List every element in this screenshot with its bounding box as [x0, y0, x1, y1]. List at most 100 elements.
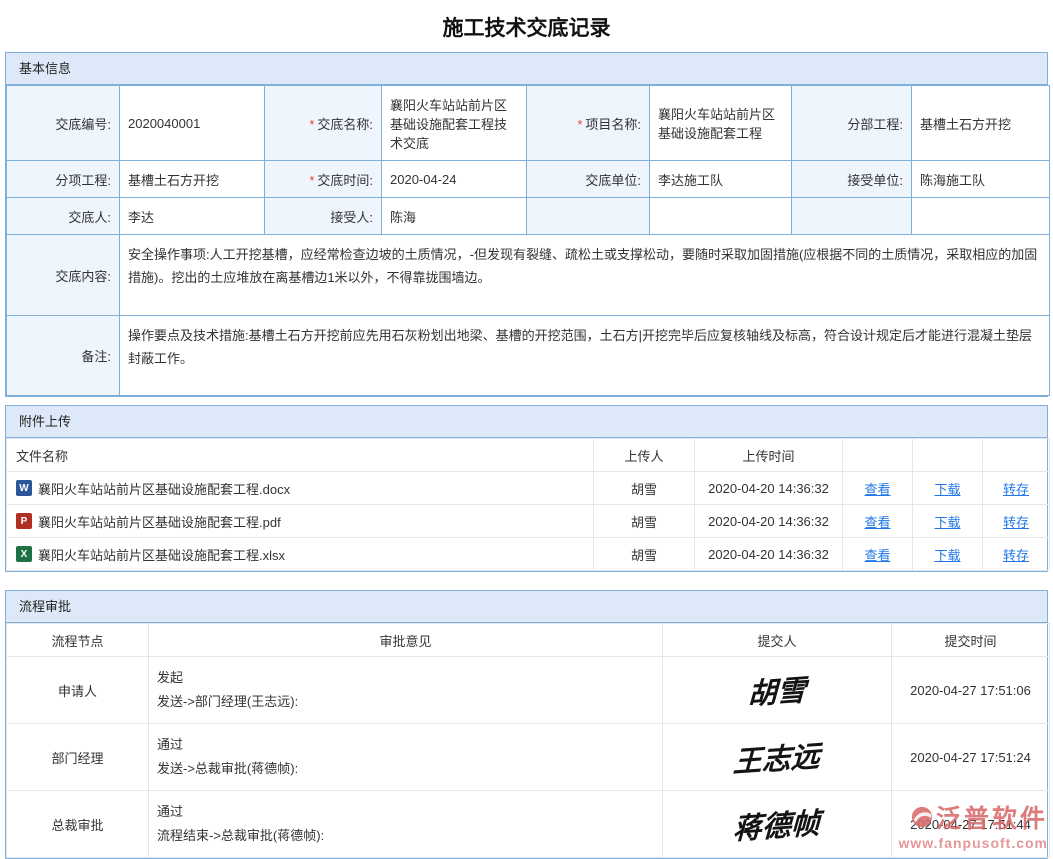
basic-info-row-1: 交底编号: 2020040001 *交底名称: 襄阳火车站站前片区基础设施配套工…: [7, 86, 1050, 161]
required-asterisk: *: [577, 117, 582, 132]
division-work-value: 基槽土石方开挖: [912, 86, 1050, 161]
download-link[interactable]: 下载: [934, 515, 960, 530]
attachment-row: X 襄阳火车站站前片区基础设施配套工程.xlsx 胡雪 2020-04-20 1…: [7, 538, 1050, 571]
signature: 胡雪: [747, 667, 806, 713]
signature: 蒋德帧: [733, 800, 821, 848]
disclosure-content-value: 安全操作事项:人工开挖基槽，应经常检查边坡的土质情况，-但发现有裂缝、疏松土或支…: [120, 235, 1050, 316]
opinion-line: 流程结束->总裁审批(蒋德帧):: [157, 824, 654, 848]
disclosure-unit-label: 交底单位:: [527, 161, 650, 198]
flow-node-column-header: 流程节点: [7, 624, 149, 657]
signature: 王志远: [733, 733, 821, 781]
approval-header-row: 流程节点 审批意见 提交人 提交时间: [7, 624, 1050, 657]
opinion-column-header: 审批意见: [149, 624, 663, 657]
attachments-header-row: 文件名称 上传人 上传时间: [7, 439, 1050, 472]
empty-label-cell: [527, 198, 650, 235]
accept-unit-label: 接受单位:: [792, 161, 912, 198]
accept-unit-value: 陈海施工队: [912, 161, 1050, 198]
accept-person-value: 陈海: [382, 198, 527, 235]
opinion-line: 通过: [157, 733, 654, 757]
attachments-table: 文件名称 上传人 上传时间 W 襄阳火车站站前片区基础设施配套工程.docx 胡…: [6, 438, 1050, 571]
upload-time: 2020-04-20 14:36:32: [695, 538, 843, 571]
basic-info-table: 交底编号: 2020040001 *交底名称: 襄阳火车站站前片区基础设施配套工…: [6, 85, 1050, 396]
upload-time-column-header: 上传时间: [695, 439, 843, 472]
accept-person-label: 接受人:: [265, 198, 382, 235]
opinion-line: 发送->部门经理(王志远):: [157, 690, 654, 714]
view-link[interactable]: 查看: [864, 548, 890, 563]
basic-info-row-3: 交底人: 李达 接受人: 陈海: [7, 198, 1050, 235]
transfer-link[interactable]: 转存: [1003, 482, 1029, 497]
disclosure-no-label: 交底编号:: [7, 86, 120, 161]
subitem-work-value: 基槽土石方开挖: [120, 161, 265, 198]
empty-value-cell: [650, 198, 792, 235]
disclosure-unit-label-text: 交底单位:: [585, 173, 641, 188]
approval-section-title: 流程审批: [6, 591, 1047, 623]
word-file-icon: W: [16, 480, 32, 496]
disclosure-person-value: 李达: [120, 198, 265, 235]
opinion-line: 通过: [157, 800, 654, 824]
file-name: 襄阳火车站站前片区基础设施配套工程.xlsx: [38, 545, 285, 564]
approval-opinion: 通过 流程结束->总裁审批(蒋德帧):: [149, 791, 663, 858]
attachments-section-title: 附件上传: [6, 406, 1047, 438]
division-work-label-text: 分部工程:: [847, 117, 903, 132]
approval-row-applicant: 申请人 发起 发送->部门经理(王志远): 胡雪 2020-04-27 17:5…: [7, 657, 1050, 724]
disclosure-date-label: *交底时间:: [265, 161, 382, 198]
subitem-work-label: 分项工程:: [7, 161, 120, 198]
project-name-label-text: 项目名称:: [585, 117, 641, 132]
approval-section: 流程审批 流程节点 审批意见 提交人 提交时间 申请人 发起 发送->部门经理(…: [5, 590, 1048, 859]
opinion-line: 发起: [157, 666, 654, 690]
remark-row: 备注: 操作要点及技术措施:基槽土石方开挖前应先用石灰粉划出地梁、基槽的开挖范围…: [7, 316, 1050, 396]
upload-time: 2020-04-20 14:36:32: [695, 472, 843, 505]
flow-node: 部门经理: [7, 724, 149, 791]
download-link[interactable]: 下载: [934, 482, 960, 497]
approval-table: 流程节点 审批意见 提交人 提交时间 申请人 发起 发送->部门经理(王志远):…: [6, 623, 1050, 858]
file-name: 襄阳火车站站前片区基础设施配套工程.docx: [38, 479, 290, 498]
disclosure-person-label: 交底人:: [7, 198, 120, 235]
required-asterisk: *: [309, 117, 314, 132]
remark-label: 备注:: [7, 316, 120, 396]
file-cell: P 襄阳火车站站前片区基础设施配套工程.pdf: [16, 512, 585, 531]
submitter-column-header: 提交人: [663, 624, 892, 657]
empty-label-cell: [792, 198, 912, 235]
division-work-label: 分部工程:: [792, 86, 912, 161]
opinion-line: 发送->总裁审批(蒋德帧):: [157, 757, 654, 781]
file-name: 襄阳火车站站前片区基础设施配套工程.pdf: [38, 512, 281, 531]
disclosure-no-label-text: 交底编号:: [55, 117, 111, 132]
action-column-header: [843, 439, 913, 472]
section-gap: [5, 580, 1048, 590]
basic-info-section-title: 基本信息: [6, 53, 1047, 85]
submit-time: 2020-04-27 17:51:24: [892, 724, 1050, 791]
project-name-value: 襄阳火车站站前片区基础设施配套工程: [650, 86, 792, 161]
flow-node: 申请人: [7, 657, 149, 724]
disclosure-content-label: 交底内容:: [7, 235, 120, 316]
download-link[interactable]: 下载: [934, 548, 960, 563]
disclosure-date-label-text: 交底时间:: [317, 173, 373, 188]
upload-time: 2020-04-20 14:36:32: [695, 505, 843, 538]
accept-person-label-text: 接受人:: [330, 210, 373, 225]
action-column-header: [913, 439, 983, 472]
uploader: 胡雪: [594, 472, 695, 505]
record-page: 施工技术交底记录 基本信息 交底编号: 2020040001 *交底名称: 襄阳…: [0, 0, 1053, 859]
page-title: 施工技术交底记录: [5, 0, 1048, 52]
transfer-link[interactable]: 转存: [1003, 515, 1029, 530]
project-name-label: *项目名称:: [527, 86, 650, 161]
view-link[interactable]: 查看: [864, 482, 890, 497]
pdf-file-icon: P: [16, 513, 32, 529]
uploader: 胡雪: [594, 538, 695, 571]
uploader-column-header: 上传人: [594, 439, 695, 472]
approval-opinion: 通过 发送->总裁审批(蒋德帧):: [149, 724, 663, 791]
file-cell: X 襄阳火车站站前片区基础设施配套工程.xlsx: [16, 545, 585, 564]
submit-time: 2020-04-27 17:51:06: [892, 657, 1050, 724]
view-link[interactable]: 查看: [864, 515, 890, 530]
transfer-link[interactable]: 转存: [1003, 548, 1029, 563]
basic-info-row-2: 分项工程: 基槽土石方开挖 *交底时间: 2020-04-24 交底单位: 李达…: [7, 161, 1050, 198]
basic-info-section: 基本信息 交底编号: 2020040001 *交底名称: 襄阳火车站站前片区基础…: [5, 52, 1048, 397]
empty-value-cell: [912, 198, 1050, 235]
approval-row-dept-manager: 部门经理 通过 发送->总裁审批(蒋德帧): 王志远 2020-04-27 17…: [7, 724, 1050, 791]
disclosure-name-label-text: 交底名称:: [317, 117, 373, 132]
submit-time: 2020-04-27 17:51:44: [892, 791, 1050, 858]
disclosure-unit-value: 李达施工队: [650, 161, 792, 198]
required-asterisk: *: [309, 173, 314, 188]
disclosure-person-label-text: 交底人:: [68, 210, 111, 225]
approval-row-president: 总裁审批 通过 流程结束->总裁审批(蒋德帧): 蒋德帧 2020-04-27 …: [7, 791, 1050, 858]
accept-unit-label-text: 接受单位:: [847, 173, 903, 188]
